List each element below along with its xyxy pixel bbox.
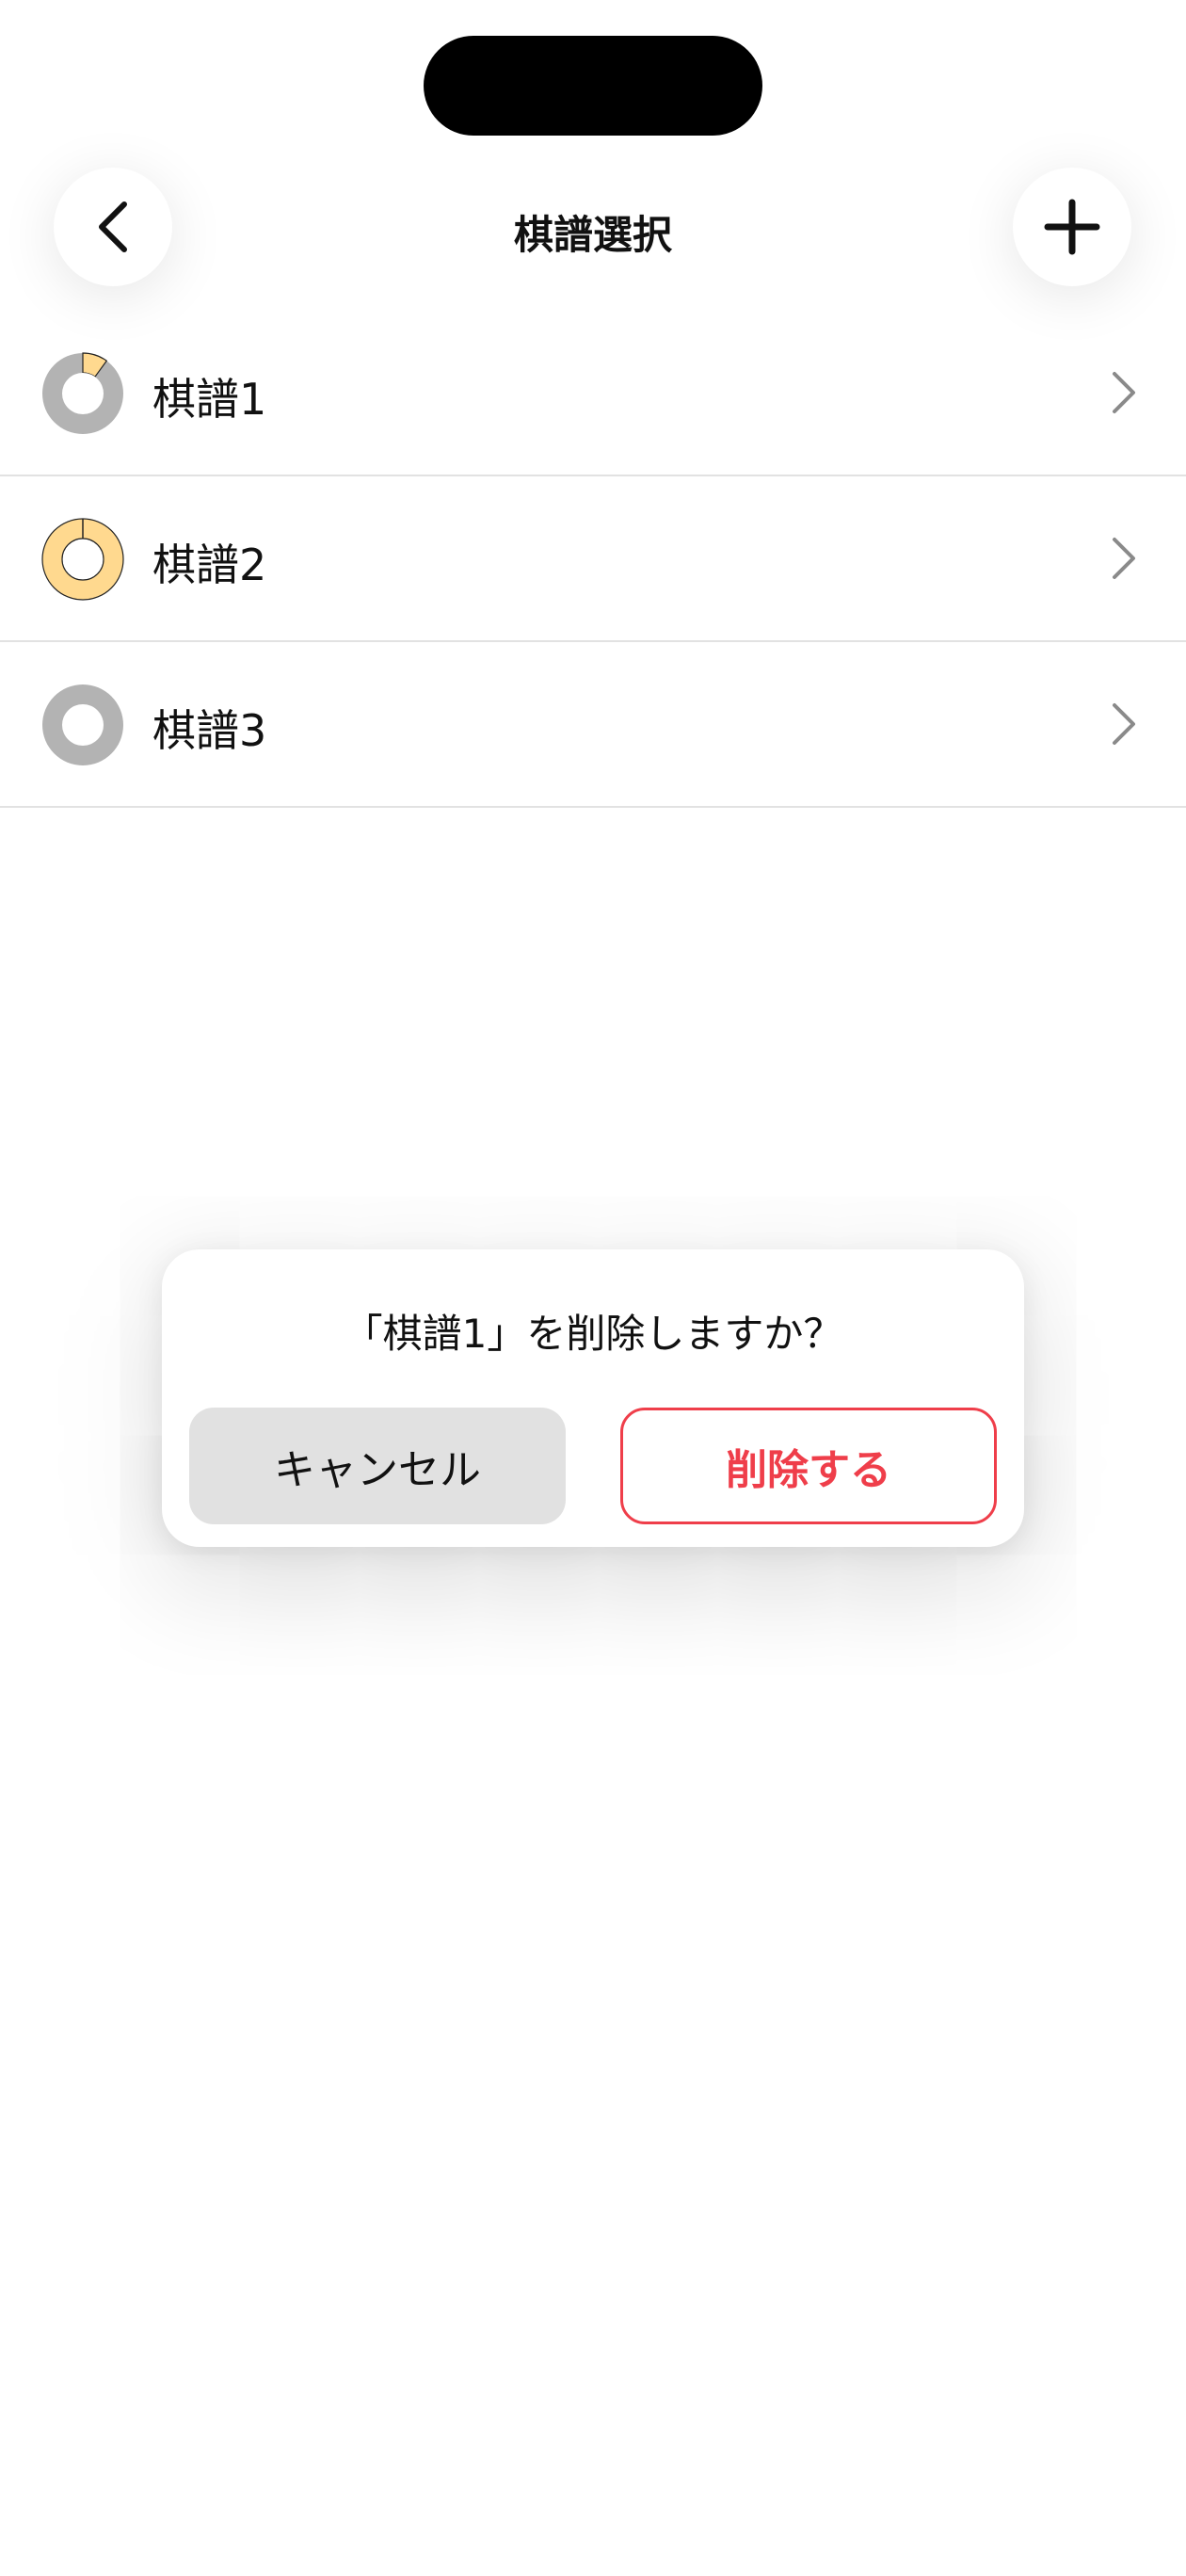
plus-icon [1044,199,1100,255]
progress-ring-icon [41,518,124,601]
kifu-list: 棋譜1 棋譜2 棋譜3 [0,311,1186,808]
list-item-label: 棋譜2 [152,539,267,590]
list-item[interactable]: 棋譜3 [0,642,1186,808]
list-item[interactable]: 棋譜2 [0,476,1186,642]
delete-confirm-dialog: 「棋譜1」を削除しますか？ キャンセル 削除する [162,1249,1024,1547]
page-title: 棋譜選択 [513,212,672,258]
chevron-right-icon [1113,538,1135,579]
list-item-label: 棋譜3 [152,705,267,756]
cancel-button[interactable]: キャンセル [189,1408,566,1524]
progress-ring-icon [42,352,123,434]
dynamic-island [424,36,762,136]
header: 棋譜選択 [0,151,1186,301]
dialog-message: 「棋譜1」を削除しますか？ [343,1311,843,1357]
add-button[interactable] [1013,168,1131,286]
chevron-right-icon [1113,703,1135,745]
delete-button[interactable]: 削除する [620,1408,997,1524]
progress-ring-icon [42,684,123,765]
list-item-label: 棋譜1 [152,374,267,425]
list-item[interactable]: 棋譜1 [0,311,1186,476]
chevron-right-icon [1113,372,1135,413]
